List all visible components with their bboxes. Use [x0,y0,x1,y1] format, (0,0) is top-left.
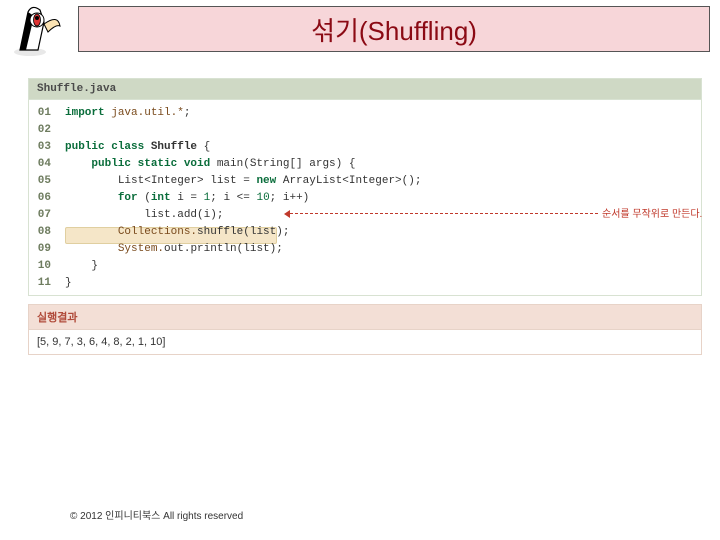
line-number: 11 [29,274,57,291]
annotation-text: 순서를 무작위로 만든다. [602,205,702,220]
code-line [57,121,701,138]
java-duke-logo [10,2,70,58]
line-number-gutter: 01 02 03 04 05 06 07 08 09 10 11 [29,100,57,295]
line-number: 09 [29,240,57,257]
result-output: [5, 9, 7, 3, 6, 4, 8, 2, 1, 10] [29,330,701,354]
code-card: Shuffle.java 01 02 03 04 05 06 07 08 09 … [28,78,702,296]
code-line: import java.util.*; [57,104,701,121]
code-body: 01 02 03 04 05 06 07 08 09 10 11 import … [29,100,701,295]
code-line: } [57,257,701,274]
title-bar: 섞기(Shuffling) [78,6,710,52]
annotation-arrow [290,213,598,214]
line-number: 04 [29,155,57,172]
line-number: 08 [29,223,57,240]
code-lines: import java.util.*; public class Shuffle… [57,100,701,295]
page-title: 섞기(Shuffling) [311,11,477,48]
code-line: } [57,274,701,291]
line-number: 10 [29,257,57,274]
line-number: 03 [29,138,57,155]
code-line: for (int i = 1; i <= 10; i++) [57,189,701,206]
result-label: 실행결과 [29,305,701,330]
line-number: 07 [29,206,57,223]
code-line: System.out.println(list); [57,240,701,257]
line-number: 01 [29,104,57,121]
code-line: public class Shuffle { [57,138,701,155]
code-line: Collections.shuffle(list); [57,223,701,240]
line-number: 05 [29,172,57,189]
code-line: List<Integer> list = new ArrayList<Integ… [57,172,701,189]
result-card: 실행결과 [5, 9, 7, 3, 6, 4, 8, 2, 1, 10] [28,304,702,355]
code-filename: Shuffle.java [29,79,701,100]
code-line: public static void main(String[] args) { [57,155,701,172]
copyright-footer: © 2012 인피니티북스 All rights reserved [70,507,243,522]
line-number: 02 [29,121,57,138]
line-number: 06 [29,189,57,206]
